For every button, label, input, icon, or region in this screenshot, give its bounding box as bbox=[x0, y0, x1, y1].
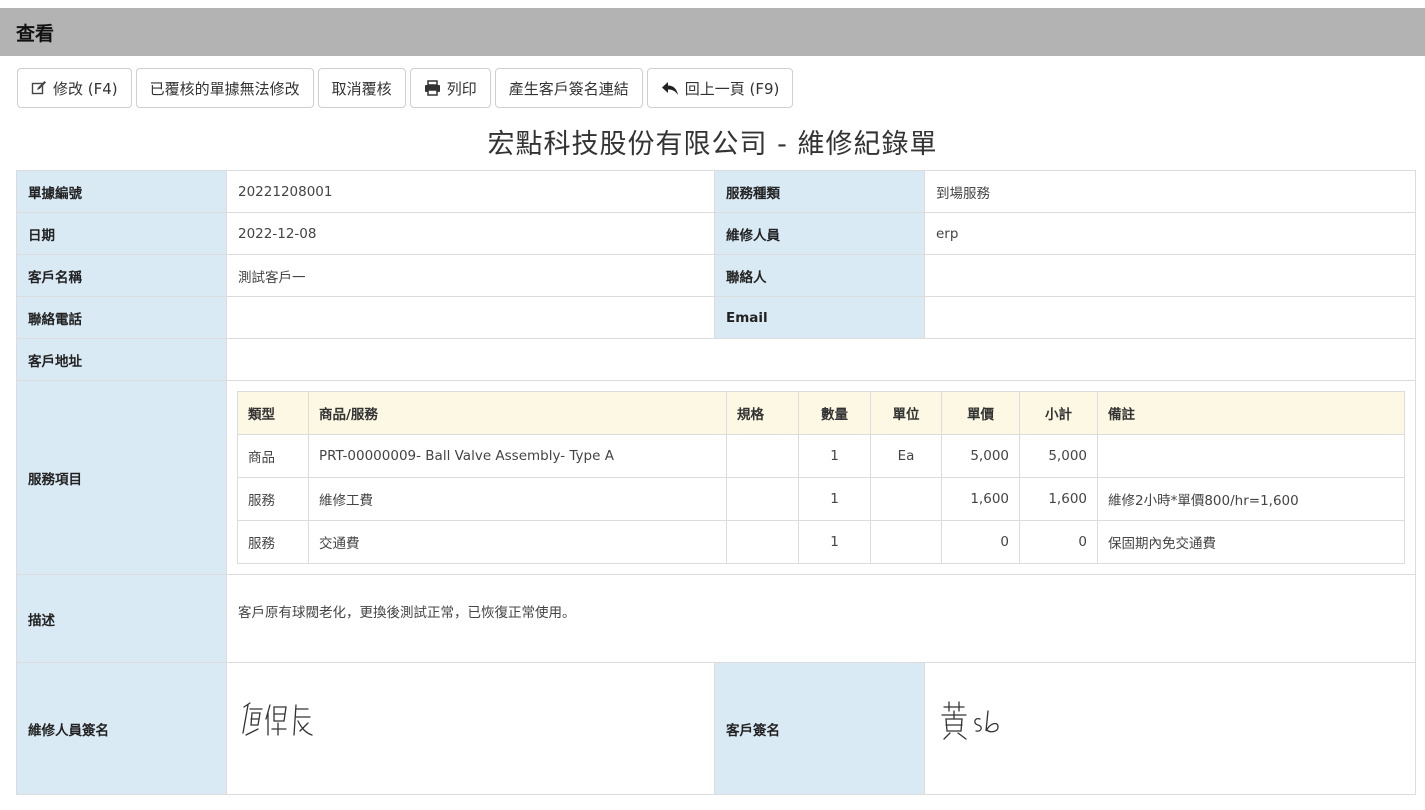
row-phone: 聯絡電話 Email bbox=[16, 296, 1416, 339]
print-button-label: 列印 bbox=[446, 79, 477, 98]
cancel-review-button[interactable]: 取消覆核 bbox=[317, 68, 406, 108]
row-service-items: 服務項目 類型 商品/服務 規格 數量 單位 單價 小計 備註 商品 PRT-0… bbox=[16, 380, 1416, 575]
table-row: 服務 交通費 1 0 0 保固期內免交通費 bbox=[237, 520, 1405, 564]
service-items-label: 服務項目 bbox=[16, 380, 227, 575]
item-product: 維修工費 bbox=[308, 477, 727, 521]
item-price: 5,000 bbox=[941, 434, 1020, 478]
cancel-review-button-label: 取消覆核 bbox=[331, 79, 392, 98]
item-subtotal: 0 bbox=[1019, 520, 1098, 564]
tech-signature-label: 維修人員簽名 bbox=[16, 662, 227, 795]
top-strip bbox=[0, 0, 1425, 8]
item-qty: 1 bbox=[798, 434, 871, 478]
technician-label: 維修人員 bbox=[714, 212, 925, 255]
table-row: 服務 維修工費 1 1,600 1,600 維修2小時*單價800/hr=1,6… bbox=[237, 477, 1405, 521]
service-type-label: 服務種類 bbox=[714, 170, 925, 213]
item-unit bbox=[870, 520, 942, 564]
repair-record-table: 單據編號 20221208001 服務種類 到場服務 日期 2022-12-08… bbox=[16, 170, 1416, 795]
item-note: 保固期內免交通費 bbox=[1097, 520, 1405, 564]
address-value bbox=[226, 338, 1416, 381]
item-subtotal: 1,600 bbox=[1019, 477, 1098, 521]
row-date: 日期 2022-12-08 維修人員 erp bbox=[16, 212, 1416, 255]
contact-label: 聯絡人 bbox=[714, 254, 925, 297]
item-unit: Ea bbox=[870, 434, 942, 478]
service-items-table: 類型 商品/服務 規格 數量 單位 單價 小計 備註 商品 PRT-000000… bbox=[237, 391, 1405, 564]
reply-icon bbox=[661, 81, 679, 96]
email-label: Email bbox=[714, 296, 925, 339]
item-type: 服務 bbox=[237, 477, 309, 521]
toolbar: 修改 (F4) 已覆核的單據無法修改 取消覆核 列印 產生客戶簽名連結 回上一頁… bbox=[17, 68, 794, 108]
item-product: 交通費 bbox=[308, 520, 727, 564]
item-note bbox=[1097, 434, 1405, 478]
sign-link-button[interactable]: 產生客戶簽名連結 bbox=[494, 68, 643, 108]
contact-value bbox=[924, 254, 1416, 297]
service-items-cell: 類型 商品/服務 規格 數量 單位 單價 小計 備註 商品 PRT-000000… bbox=[226, 380, 1416, 575]
table-row: 商品 PRT-00000009- Ball Valve Assembly- Ty… bbox=[237, 434, 1405, 478]
panel-title: 查看 bbox=[0, 8, 1425, 56]
date-value: 2022-12-08 bbox=[226, 212, 715, 255]
item-unit bbox=[870, 477, 942, 521]
locked-edit-button[interactable]: 已覆核的單據無法修改 bbox=[135, 68, 314, 108]
col-type-header: 類型 bbox=[237, 391, 309, 435]
item-spec bbox=[726, 520, 799, 564]
col-spec-header: 規格 bbox=[726, 391, 799, 435]
description-value: 客戶原有球閥老化，更換後測試正常，已恢復正常使用。 bbox=[226, 574, 1416, 663]
customer-signature-label: 客戶簽名 bbox=[714, 662, 925, 795]
back-button-label: 回上一頁 (F9) bbox=[684, 79, 780, 98]
document-title: 宏點科技股份有限公司 - 維修紀錄單 bbox=[487, 129, 938, 160]
phone-value bbox=[226, 296, 715, 339]
date-label: 日期 bbox=[16, 212, 227, 255]
edit-icon bbox=[31, 80, 47, 96]
email-value bbox=[924, 296, 1416, 339]
row-customer: 客戶名稱 測試客戶一 聯絡人 bbox=[16, 254, 1416, 297]
row-signatures: 維修人員簽名 客戶簽名 bbox=[16, 662, 1416, 795]
item-price: 1,600 bbox=[941, 477, 1020, 521]
col-unit-header: 單位 bbox=[870, 391, 942, 435]
service-type-value: 到場服務 bbox=[924, 170, 1416, 213]
item-qty: 1 bbox=[798, 477, 871, 521]
print-icon bbox=[424, 80, 441, 96]
col-note-header: 備註 bbox=[1097, 391, 1405, 435]
item-type: 服務 bbox=[237, 520, 309, 564]
col-price-header: 單價 bbox=[941, 391, 1020, 435]
col-product-header: 商品/服務 bbox=[308, 391, 727, 435]
tech-signature-image bbox=[226, 662, 715, 795]
print-button[interactable]: 列印 bbox=[409, 68, 491, 108]
item-subtotal: 5,000 bbox=[1019, 434, 1098, 478]
items-header-row: 類型 商品/服務 規格 數量 單位 單價 小計 備註 bbox=[237, 391, 1405, 435]
row-description: 描述 客戶原有球閥老化，更換後測試正常，已恢復正常使用。 bbox=[16, 574, 1416, 663]
sign-link-button-label: 產生客戶簽名連結 bbox=[508, 79, 629, 98]
item-price: 0 bbox=[941, 520, 1020, 564]
edit-button[interactable]: 修改 (F4) bbox=[17, 68, 132, 108]
address-label: 客戶地址 bbox=[16, 338, 227, 381]
col-subtotal-header: 小計 bbox=[1019, 391, 1098, 435]
row-address: 客戶地址 bbox=[16, 338, 1416, 381]
col-qty-header: 數量 bbox=[798, 391, 871, 435]
description-label: 描述 bbox=[16, 574, 227, 663]
phone-label: 聯絡電話 bbox=[16, 296, 227, 339]
edit-button-label: 修改 (F4) bbox=[53, 79, 118, 98]
row-doc-no: 單據編號 20221208001 服務種類 到場服務 bbox=[16, 170, 1416, 213]
item-qty: 1 bbox=[798, 520, 871, 564]
back-button[interactable]: 回上一頁 (F9) bbox=[646, 68, 794, 108]
item-note: 維修2小時*單價800/hr=1,600 bbox=[1097, 477, 1405, 521]
customer-signature-image bbox=[924, 662, 1416, 795]
item-type: 商品 bbox=[237, 434, 309, 478]
technician-value: erp bbox=[924, 212, 1416, 255]
customer-name-label: 客戶名稱 bbox=[16, 254, 227, 297]
doc-no-value: 20221208001 bbox=[226, 170, 715, 213]
item-spec bbox=[726, 477, 799, 521]
customer-name-value: 測試客戶一 bbox=[226, 254, 715, 297]
item-spec bbox=[726, 434, 799, 478]
doc-no-label: 單據編號 bbox=[16, 170, 227, 213]
locked-edit-button-label: 已覆核的單據無法修改 bbox=[149, 79, 300, 98]
item-product: PRT-00000009- Ball Valve Assembly- Type … bbox=[308, 434, 727, 478]
